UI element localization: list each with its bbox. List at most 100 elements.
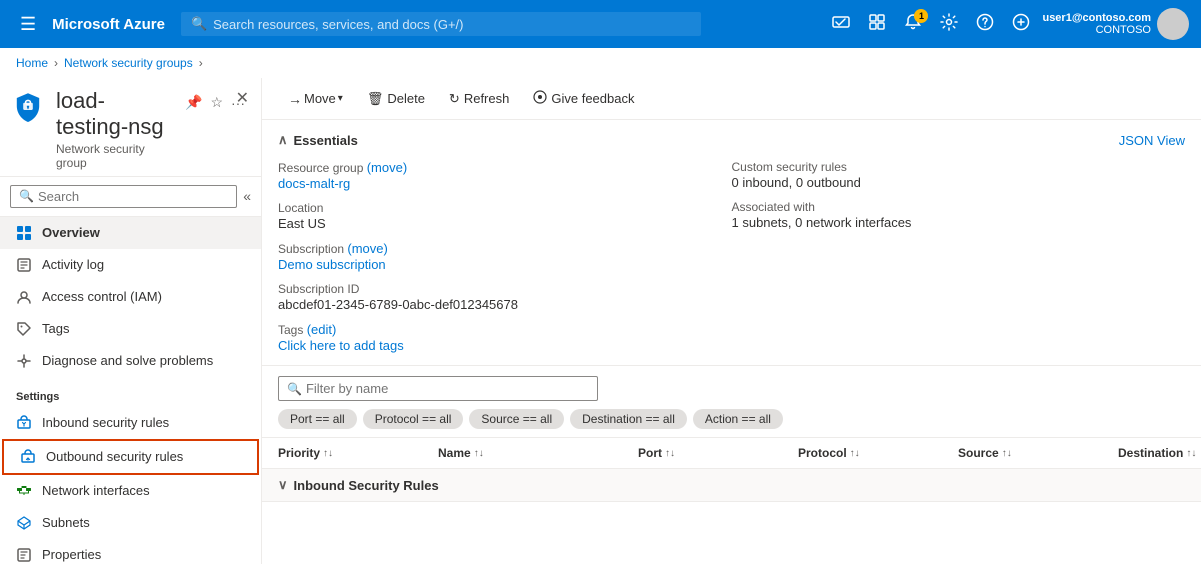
move-dropdown-icon: ▾ bbox=[338, 93, 343, 104]
filter-chip-port[interactable]: Port == all bbox=[278, 409, 357, 429]
col-name-label: Name bbox=[438, 446, 471, 460]
filter-chips: Port == all Protocol == all Source == al… bbox=[278, 409, 1185, 429]
filter-name-input[interactable] bbox=[306, 381, 589, 396]
sidebar-search[interactable]: 🔍 bbox=[10, 185, 237, 208]
filter-chip-source[interactable]: Source == all bbox=[469, 409, 564, 429]
essentials-tags-label: Tags (edit) bbox=[278, 322, 732, 337]
sidebar-item-diagnose[interactable]: Diagnose and solve problems bbox=[0, 345, 261, 377]
feedback-icon[interactable] bbox=[1006, 9, 1036, 39]
notifications-icon[interactable]: 1 bbox=[898, 9, 928, 39]
refresh-button[interactable]: ↻ Refresh bbox=[439, 87, 519, 111]
user-info[interactable]: user1@contoso.com CONTOSO bbox=[1042, 12, 1151, 36]
notification-badge: 1 bbox=[914, 9, 928, 23]
tags-edit-link[interactable]: (edit) bbox=[307, 322, 337, 337]
sidebar-item-overview-label: Overview bbox=[42, 225, 100, 240]
delete-button[interactable]: 🗑 Delete bbox=[357, 87, 435, 111]
sidebar-item-inbound[interactable]: Inbound security rules bbox=[0, 407, 261, 439]
resource-group-value[interactable]: docs-malt-rg bbox=[278, 176, 350, 191]
sidebar-item-outbound[interactable]: Outbound security rules bbox=[2, 439, 259, 475]
filter-chip-protocol[interactable]: Protocol == all bbox=[363, 409, 464, 429]
col-port[interactable]: Port ↑↓ bbox=[638, 446, 798, 460]
inbound-section-chevron[interactable]: ∨ bbox=[278, 477, 288, 493]
sidebar-item-subnets[interactable]: Subnets bbox=[0, 507, 261, 539]
inbound-section-row: ∨ Inbound Security Rules bbox=[262, 469, 1201, 502]
hamburger-menu[interactable]: ☰ bbox=[12, 10, 44, 39]
portal-icon[interactable] bbox=[862, 9, 892, 39]
delete-label: Delete bbox=[387, 91, 425, 106]
sidebar-search-input[interactable] bbox=[38, 189, 228, 204]
toolbar: → Move ▾ 🗑 Delete ↻ Refresh Give feedbac… bbox=[262, 78, 1201, 120]
essentials-toggle-icon[interactable]: ∧ bbox=[278, 132, 288, 148]
search-icon: 🔍 bbox=[191, 16, 207, 32]
col-protocol[interactable]: Protocol ↑↓ bbox=[798, 446, 958, 460]
essentials-tags: Tags (edit) Click here to add tags bbox=[278, 322, 732, 353]
move-button[interactable]: → Move ▾ bbox=[278, 87, 353, 111]
essentials-custom-rules: Custom security rules 0 inbound, 0 outbo… bbox=[732, 160, 1186, 190]
filter-search-icon: 🔍 bbox=[287, 382, 302, 396]
help-icon[interactable] bbox=[970, 9, 1000, 39]
app-logo: Microsoft Azure bbox=[52, 16, 165, 33]
filter-chip-action[interactable]: Action == all bbox=[693, 409, 783, 429]
sidebar-item-diagnose-label: Diagnose and solve problems bbox=[42, 353, 213, 368]
sidebar-item-inbound-label: Inbound security rules bbox=[42, 415, 169, 430]
access-control-icon bbox=[16, 289, 32, 305]
network-interfaces-icon bbox=[16, 483, 32, 499]
feedback-label: Give feedback bbox=[551, 91, 634, 106]
subscription-move-link[interactable]: (move) bbox=[347, 241, 387, 256]
essentials-subscription: Subscription (move) Demo subscription bbox=[278, 241, 732, 272]
col-priority-label: Priority bbox=[278, 446, 320, 460]
outbound-icon bbox=[20, 449, 36, 465]
close-icon[interactable]: ✕ bbox=[236, 88, 249, 108]
feedback-button[interactable]: Give feedback bbox=[523, 86, 644, 111]
collapse-sidebar-icon[interactable]: « bbox=[243, 188, 251, 204]
avatar[interactable] bbox=[1157, 8, 1189, 40]
resource-group-move-link[interactable]: (move) bbox=[367, 160, 407, 175]
essentials-subscription-id-label: Subscription ID bbox=[278, 282, 732, 296]
essentials-location-value: East US bbox=[278, 216, 732, 231]
global-search[interactable]: 🔍 bbox=[181, 12, 701, 36]
essentials-location-label: Location bbox=[278, 201, 732, 215]
col-destination[interactable]: Destination ↑↓ bbox=[1118, 446, 1196, 460]
breadcrumb-home[interactable]: Home bbox=[16, 56, 48, 70]
activity-log-icon bbox=[16, 257, 32, 273]
col-protocol-sort-icon: ↑↓ bbox=[850, 448, 860, 459]
feedback-icon bbox=[533, 90, 547, 107]
essentials-tags-value[interactable]: Click here to add tags bbox=[278, 338, 404, 353]
essentials-subscription-value[interactable]: Demo subscription bbox=[278, 257, 386, 272]
subnets-icon bbox=[16, 515, 32, 531]
resource-subtitle: Network security group bbox=[56, 142, 171, 170]
cloud-shell-icon[interactable] bbox=[826, 9, 856, 39]
col-name[interactable]: Name ↑↓ bbox=[438, 446, 638, 460]
col-protocol-label: Protocol bbox=[798, 446, 847, 460]
json-view-link[interactable]: JSON View bbox=[1119, 133, 1185, 148]
col-source[interactable]: Source ↑↓ bbox=[958, 446, 1118, 460]
topnav-icon-group: 1 user1@contoso.com CONTOSO bbox=[826, 8, 1189, 40]
sidebar-item-properties[interactable]: Properties bbox=[0, 539, 261, 564]
essentials-custom-rules-value: 0 inbound, 0 outbound bbox=[732, 175, 1186, 190]
sidebar-item-tags[interactable]: Tags bbox=[0, 313, 261, 345]
sidebar-item-network-interfaces[interactable]: Network interfaces bbox=[0, 475, 261, 507]
sidebar-item-activity-log[interactable]: Activity log bbox=[0, 249, 261, 281]
sidebar-search-icon: 🔍 bbox=[19, 189, 34, 203]
pin-icon[interactable]: 📌 bbox=[185, 94, 202, 111]
breadcrumb-nsg[interactable]: Network security groups bbox=[64, 56, 193, 70]
sidebar-item-overview[interactable]: Overview bbox=[0, 217, 261, 249]
col-destination-label: Destination bbox=[1118, 446, 1183, 460]
col-port-sort-icon: ↑↓ bbox=[665, 448, 675, 459]
essentials-resource-group: Resource group (move) docs-malt-rg bbox=[278, 160, 732, 191]
search-input[interactable] bbox=[213, 17, 691, 32]
breadcrumb-sep-1: › bbox=[54, 56, 58, 70]
nsg-shield-icon bbox=[12, 90, 44, 122]
filter-search[interactable]: 🔍 bbox=[278, 376, 598, 401]
diagnose-icon bbox=[16, 353, 32, 369]
content-area: → Move ▾ 🗑 Delete ↻ Refresh Give feedbac… bbox=[262, 78, 1201, 564]
col-priority[interactable]: Priority ↑↓ bbox=[278, 446, 438, 460]
sidebar-item-access-control[interactable]: Access control (IAM) bbox=[0, 281, 261, 313]
move-label: Move bbox=[304, 91, 336, 106]
essentials-header: ∧ Essentials JSON View bbox=[278, 132, 1185, 148]
col-name-sort-icon: ↑↓ bbox=[474, 448, 484, 459]
favorite-icon[interactable]: ☆ bbox=[210, 94, 223, 111]
settings-icon[interactable] bbox=[934, 9, 964, 39]
filter-chip-destination[interactable]: Destination == all bbox=[570, 409, 687, 429]
filter-bar: 🔍 Port == all Protocol == all Source == … bbox=[262, 366, 1201, 438]
